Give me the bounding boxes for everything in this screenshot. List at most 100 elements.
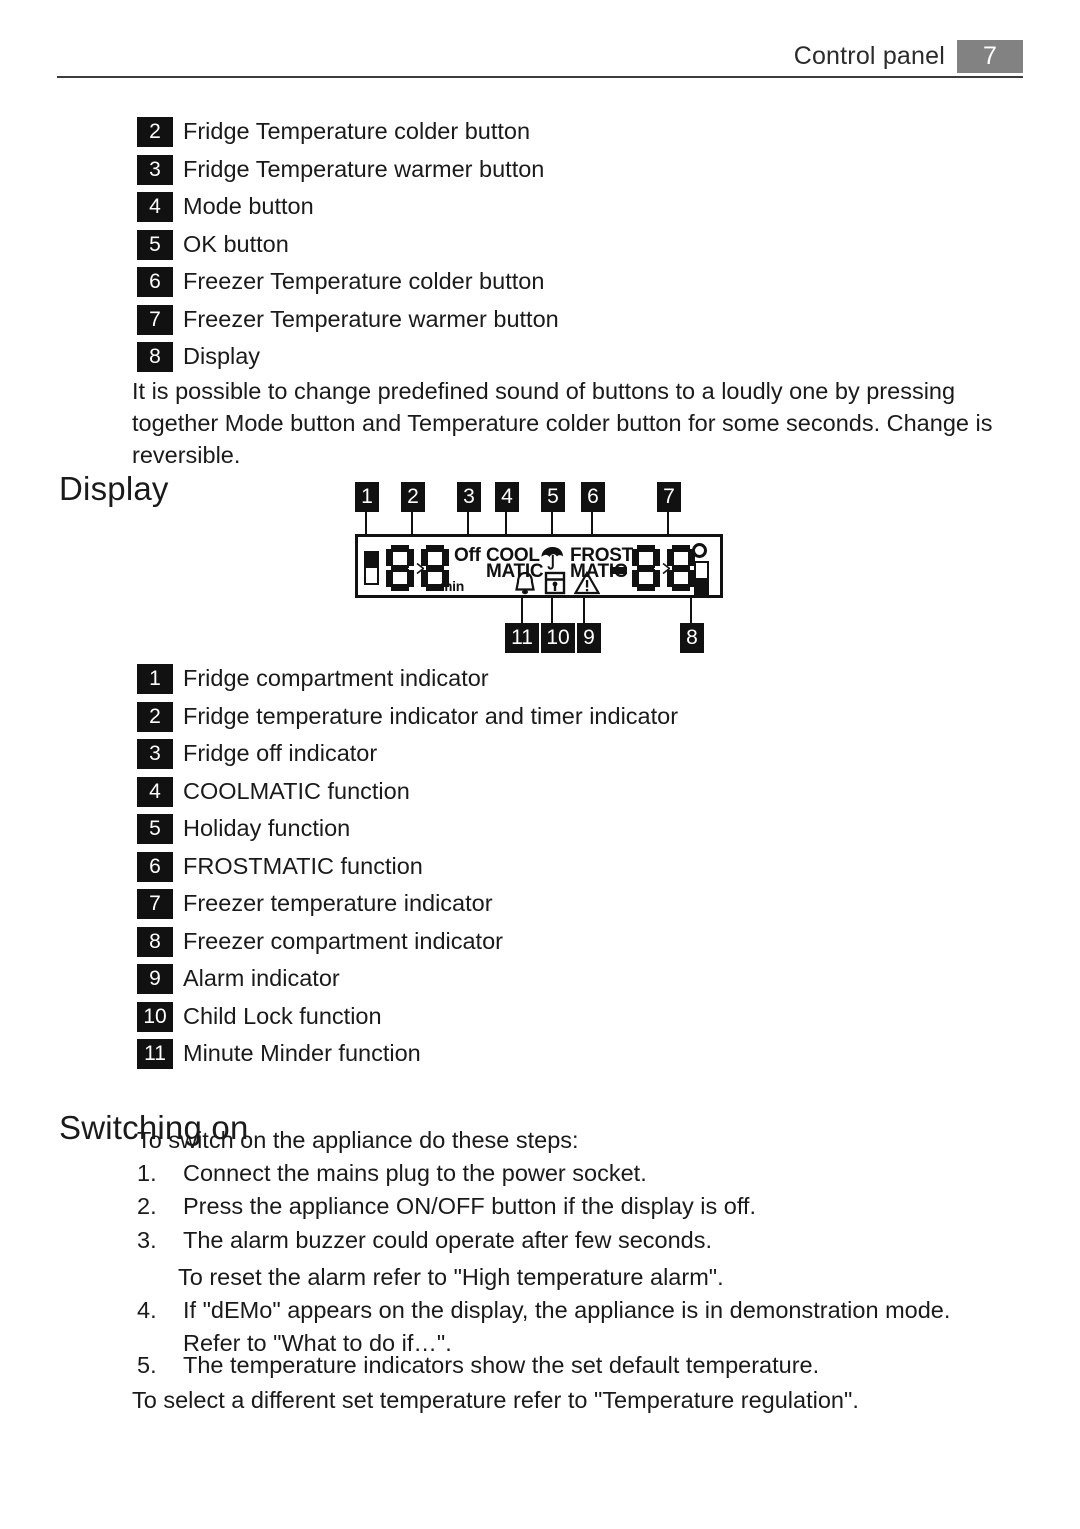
legend-item: 7 Freezer temperature indicator bbox=[137, 886, 678, 924]
display-legend-number-2: 2 bbox=[137, 701, 173, 732]
display-legend-number-4: 4 bbox=[137, 776, 173, 807]
switching-on-step: To reset the alarm refer to "High temper… bbox=[178, 1261, 998, 1294]
step-number-1: 1. bbox=[137, 1160, 157, 1186]
legend-item: 6 Freezer Temperature colder button bbox=[137, 264, 559, 302]
legend-item: 10 Child Lock function bbox=[137, 999, 678, 1037]
leader-line-7 bbox=[667, 512, 669, 536]
control-panel-legend-number-3: 3 bbox=[137, 154, 173, 185]
callout-9: 9 bbox=[577, 623, 601, 653]
switching-on-intro: To switch on the appliance do these step… bbox=[137, 1127, 579, 1153]
switching-on-step: 5. The temperature indicators show the se… bbox=[137, 1349, 1003, 1382]
legend-item: 4 Mode button bbox=[137, 189, 559, 227]
control-panel-legend-label-6: Freezer Temperature colder button bbox=[183, 268, 545, 294]
header-title: Control panel bbox=[793, 41, 945, 70]
leader-line-2 bbox=[411, 512, 413, 536]
callout-5: 5 bbox=[541, 482, 565, 512]
step-number-3: 3. bbox=[137, 1227, 157, 1253]
switching-on-step: 1. Connect the mains plug to the power so… bbox=[137, 1157, 1003, 1190]
fridge-digit-arrow-icon bbox=[408, 563, 424, 574]
callout-10: 10 bbox=[541, 623, 575, 653]
step-text-3: The alarm buzzer could operate after few… bbox=[183, 1227, 713, 1253]
fridge-off-indicator-text: Off bbox=[454, 545, 481, 566]
timer-min-text: min bbox=[440, 578, 464, 594]
display-legend-number-6: 6 bbox=[137, 851, 173, 882]
leader-line-8 bbox=[690, 598, 692, 624]
legend-item: 6 FROSTMATIC function bbox=[137, 849, 678, 887]
freezer-minus-sign-icon bbox=[610, 567, 627, 574]
callout-11: 11 bbox=[505, 623, 539, 653]
display-legend-label-9: Alarm indicator bbox=[183, 965, 340, 991]
display-legend-number-1: 1 bbox=[137, 664, 173, 694]
control-panel-legend-number-5: 5 bbox=[137, 229, 173, 260]
freezer-digit-arrow-icon bbox=[654, 563, 670, 574]
display-legend-label-5: Holiday function bbox=[183, 815, 351, 841]
legend-item: 9 Alarm indicator bbox=[137, 961, 678, 999]
step-text-1: Connect the mains plug to the power sock… bbox=[183, 1160, 647, 1186]
legend-item: 8 Display bbox=[137, 339, 559, 377]
display-legend-label-11: Minute Minder function bbox=[183, 1040, 421, 1066]
display-legend-label-6: FROSTMATIC function bbox=[183, 852, 423, 879]
control-panel-legend-number-6: 6 bbox=[137, 267, 173, 297]
switching-on-step: 2. Press the appliance ON/OFF button if t… bbox=[137, 1190, 1003, 1223]
display-legend-number-11: 11 bbox=[137, 1039, 173, 1069]
lcd-display-figure: 1 2 3 4 5 6 7 Off COOL MATIC min FROST M… bbox=[345, 480, 735, 655]
step-number-6: 5. bbox=[137, 1352, 157, 1378]
step-text-2: Press the appliance ON/OFF button if the… bbox=[183, 1193, 756, 1219]
control-panel-legend-number-8: 8 bbox=[137, 342, 173, 372]
leader-line-11 bbox=[521, 598, 523, 624]
legend-item: 3 Fridge Temperature warmer button bbox=[137, 152, 559, 190]
warning-triangle-icon bbox=[574, 571, 600, 595]
degree-circle-icon bbox=[692, 543, 707, 558]
control-panel-legend-label-3: Fridge Temperature warmer button bbox=[183, 155, 545, 182]
leader-line-4 bbox=[505, 512, 507, 536]
callout-1: 1 bbox=[355, 482, 379, 512]
leader-line-6 bbox=[591, 512, 593, 536]
display-legend-list: 1 Fridge compartment indicator 2 Fridge tem… bbox=[137, 661, 678, 1074]
leader-line-9 bbox=[583, 598, 585, 624]
display-legend-number-10: 10 bbox=[137, 1001, 173, 1032]
freezer-compartment-indicator-icon bbox=[694, 561, 709, 595]
step-number-2: 2. bbox=[137, 1193, 157, 1219]
legend-item: 3 Fridge off indicator bbox=[137, 736, 678, 774]
freezer-digit-2 bbox=[667, 545, 695, 591]
display-legend-label-1: Fridge compartment indicator bbox=[183, 665, 489, 691]
control-panel-legend-list: 2 Fridge Temperature colder button 3 Fridge… bbox=[137, 114, 559, 377]
display-legend-label-8: Freezer compartment indicator bbox=[183, 927, 503, 954]
bell-icon bbox=[515, 571, 535, 595]
control-panel-legend-label-8: Display bbox=[183, 343, 261, 369]
sound-note-paragraph: It is possible to change predefined soun… bbox=[132, 378, 993, 468]
legend-item: 11 Minute Minder function bbox=[137, 1036, 678, 1074]
leader-line-1 bbox=[365, 512, 367, 536]
legend-item: 2 Fridge Temperature colder button bbox=[137, 114, 559, 152]
callout-3: 3 bbox=[457, 482, 481, 512]
control-panel-legend-label-4: Mode button bbox=[183, 193, 314, 219]
leader-line-10 bbox=[551, 598, 553, 624]
control-panel-legend-number-2: 2 bbox=[137, 117, 173, 147]
leader-line-5 bbox=[551, 512, 553, 536]
callout-6: 6 bbox=[581, 482, 605, 512]
fridge-compartment-indicator-icon bbox=[364, 551, 379, 585]
child-lock-icon bbox=[544, 571, 566, 595]
callout-7: 7 bbox=[657, 482, 681, 512]
switching-on-closing: To select a different set temperature re… bbox=[132, 1387, 859, 1413]
callout-2: 2 bbox=[401, 482, 425, 512]
display-legend-label-4: COOLMATIC function bbox=[183, 777, 410, 804]
page-number-badge: 7 bbox=[957, 39, 1023, 73]
control-panel-legend-number-4: 4 bbox=[137, 192, 173, 222]
header-divider bbox=[57, 76, 1023, 78]
control-panel-legend-number-7: 7 bbox=[137, 304, 173, 335]
step-text-6: The temperature indicators show the set … bbox=[183, 1352, 820, 1378]
display-legend-label-3: Fridge off indicator bbox=[183, 740, 378, 766]
legend-item: 5 Holiday function bbox=[137, 811, 678, 849]
display-heading: Display bbox=[59, 470, 169, 508]
legend-item: 8 Freezer compartment indicator bbox=[137, 924, 678, 962]
display-legend-label-10: Child Lock function bbox=[183, 1002, 382, 1029]
display-legend-number-8: 8 bbox=[137, 926, 173, 957]
control-panel-legend-label-2: Fridge Temperature colder button bbox=[183, 118, 531, 144]
lcd-frame: Off COOL MATIC min FROST MATIC bbox=[355, 534, 723, 598]
callout-8: 8 bbox=[680, 623, 704, 653]
legend-item: 1 Fridge compartment indicator bbox=[137, 661, 678, 699]
display-legend-label-2: Fridge temperature indicator and timer i… bbox=[183, 702, 679, 729]
document-page: Control panel 7 2 Fridge Temperature cold… bbox=[0, 0, 1080, 1529]
leader-line-3 bbox=[467, 512, 469, 536]
